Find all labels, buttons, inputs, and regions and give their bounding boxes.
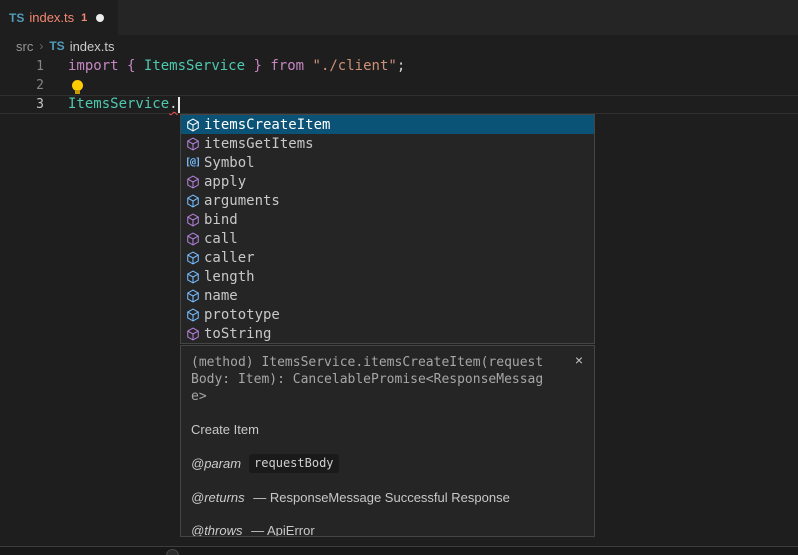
code-token bbox=[119, 57, 127, 76]
suggestion-item[interactable]: length bbox=[181, 267, 594, 286]
typescript-icon: TS bbox=[9, 11, 24, 25]
code-line[interactable]: 2 bbox=[0, 76, 798, 95]
code-token bbox=[245, 57, 253, 76]
doc-tag-code-badge: requestBody bbox=[249, 454, 338, 473]
suggestion-item[interactable]: caller bbox=[181, 248, 594, 267]
lightbulb-icon[interactable] bbox=[72, 80, 83, 91]
bottom-panel-edge bbox=[0, 546, 798, 555]
code-token: ; bbox=[397, 57, 405, 76]
symbol-method-icon bbox=[184, 117, 201, 133]
chevron-right-icon: › bbox=[39, 39, 43, 53]
code-token: from bbox=[270, 57, 304, 76]
doc-tag-text: — ResponseMessage Successful Response bbox=[250, 489, 510, 506]
suggestion-label: prototype bbox=[204, 307, 280, 323]
tab-error-count: 1 bbox=[81, 12, 87, 24]
doc-tag-text: — ApiError bbox=[248, 522, 315, 537]
code-token: } bbox=[253, 57, 261, 76]
doc-tag-line: @param requestBody bbox=[191, 454, 584, 473]
suggestion-item[interactable]: bind bbox=[181, 210, 594, 229]
breadcrumb: src › TS index.ts bbox=[0, 35, 798, 57]
suggestion-label: apply bbox=[204, 174, 246, 190]
line-number[interactable]: 2 bbox=[0, 76, 44, 95]
symbol-field-icon bbox=[184, 288, 201, 304]
line-number[interactable]: 1 bbox=[0, 57, 44, 76]
symbol-field-icon bbox=[184, 193, 201, 209]
text-cursor bbox=[178, 97, 180, 113]
modified-indicator-dot[interactable] bbox=[96, 14, 104, 22]
suggestion-item[interactable]: call bbox=[181, 229, 594, 248]
symbol-field-icon bbox=[184, 269, 201, 285]
code-editor[interactable]: 1import { ItemsService } from "./client"… bbox=[0, 57, 798, 114]
symbol-field-icon bbox=[184, 250, 201, 266]
tab-index-ts[interactable]: TS index.ts 1 bbox=[0, 0, 118, 35]
suggestion-label: caller bbox=[204, 250, 255, 266]
symbol-method-icon bbox=[184, 136, 201, 152]
code-line[interactable]: 3ItemsService. bbox=[0, 95, 798, 114]
error-token: . bbox=[169, 95, 177, 114]
suggestion-item[interactable]: itemsCreateItem bbox=[181, 115, 594, 134]
partial-circle-decoration bbox=[166, 549, 179, 555]
suggestion-label: itemsCreateItem bbox=[204, 117, 330, 133]
signature-block: (method) ItemsService.itemsCreateItem(re… bbox=[191, 354, 584, 405]
doc-tag-line: @throws — ApiError bbox=[191, 522, 584, 537]
suggestion-item[interactable]: name bbox=[181, 286, 594, 305]
suggestion-item[interactable]: toString bbox=[181, 324, 594, 343]
suggestions-popup: itemsCreateItem itemsGetItems[@]Symbol app… bbox=[180, 114, 595, 344]
suggestion-item[interactable]: itemsGetItems bbox=[181, 134, 594, 153]
code-token: ItemsService bbox=[68, 95, 169, 114]
symbol-field-icon bbox=[184, 307, 201, 323]
doc-tags: @paramrequestBody@returns — ResponseMess… bbox=[191, 454, 584, 537]
suggestion-item[interactable]: [@]Symbol bbox=[181, 153, 594, 172]
doc-description: Create Item bbox=[191, 421, 584, 438]
breadcrumb-file[interactable]: index.ts bbox=[70, 39, 115, 54]
breadcrumb-folder[interactable]: src bbox=[16, 39, 33, 54]
code-text: import { ItemsService } from "./client"; bbox=[44, 57, 405, 76]
typescript-icon: TS bbox=[49, 39, 64, 53]
code-text: ItemsService. bbox=[44, 95, 180, 114]
tab-filename: index.ts bbox=[29, 10, 74, 25]
code-token: { bbox=[127, 57, 135, 76]
suggestion-label: length bbox=[204, 269, 255, 285]
signature-line: (method) ItemsService.itemsCreateItem(re… bbox=[191, 354, 584, 371]
code-text bbox=[44, 80, 83, 91]
code-token bbox=[135, 57, 143, 76]
suggestion-item[interactable]: prototype bbox=[181, 305, 594, 324]
signature-line: e> bbox=[191, 388, 584, 405]
code-token bbox=[304, 57, 312, 76]
code-token: ItemsService bbox=[144, 57, 245, 76]
suggestion-label: call bbox=[204, 231, 238, 247]
vscode-window: TS index.ts 1 src › TS index.ts 1import … bbox=[0, 0, 798, 555]
suggestion-label: arguments bbox=[204, 193, 280, 209]
suggest-docs-panel: × (method) ItemsService.itemsCreateItem(… bbox=[180, 345, 595, 537]
code-line[interactable]: 1import { ItemsService } from "./client"… bbox=[0, 57, 798, 76]
tab-bar: TS index.ts 1 bbox=[0, 0, 798, 35]
doc-tag-label: @throws bbox=[191, 522, 243, 537]
suggestion-label: Symbol bbox=[204, 155, 255, 171]
doc-tag-label: @param bbox=[191, 455, 241, 472]
symbol-variable-icon: [@] bbox=[184, 155, 201, 171]
code-token bbox=[262, 57, 270, 76]
doc-tag-line: @returns — ResponseMessage Successful Re… bbox=[191, 489, 584, 506]
close-icon[interactable]: × bbox=[571, 352, 587, 368]
suggestion-label: bind bbox=[204, 212, 238, 228]
code-token: import bbox=[68, 57, 119, 76]
doc-tag-label: @returns bbox=[191, 489, 245, 506]
suggestion-label: toString bbox=[204, 326, 271, 342]
symbol-method-icon bbox=[184, 326, 201, 342]
suggestion-item[interactable]: apply bbox=[181, 172, 594, 191]
symbol-method-icon bbox=[184, 212, 201, 228]
suggestion-label: name bbox=[204, 288, 238, 304]
symbol-method-icon bbox=[184, 231, 201, 247]
signature-line: Body: Item): CancelablePromise<ResponseM… bbox=[191, 371, 584, 388]
code-token: "./client" bbox=[313, 57, 397, 76]
suggestion-label: itemsGetItems bbox=[204, 136, 314, 152]
suggestion-item[interactable]: arguments bbox=[181, 191, 594, 210]
symbol-method-icon bbox=[184, 174, 201, 190]
line-number[interactable]: 3 bbox=[0, 95, 44, 114]
